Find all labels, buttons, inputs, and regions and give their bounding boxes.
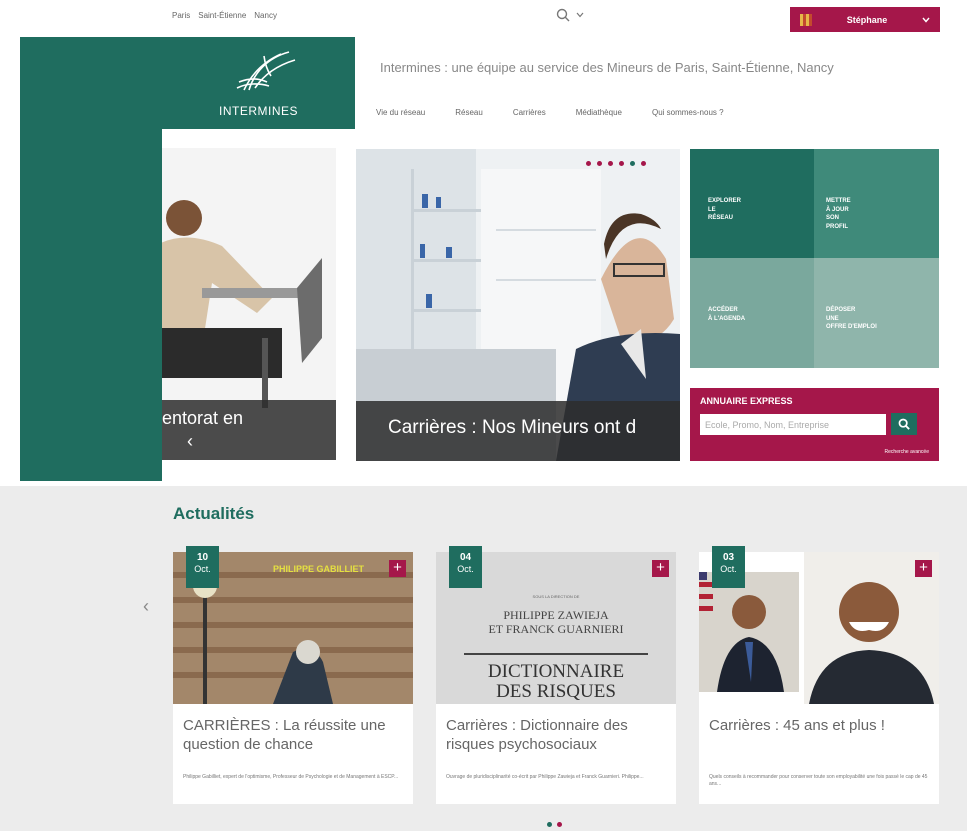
avatar	[800, 13, 812, 26]
book-overline: SOUS LA DIRECTION DE	[532, 594, 580, 599]
top-bar: Paris Saint-Étienne Nancy Stéphane	[0, 0, 967, 36]
user-menu-button[interactable]: Stéphane	[790, 7, 940, 32]
svg-text:PHILIPPE GABILLIET: PHILIPPE GABILLIET	[273, 564, 365, 574]
chevron-left-icon[interactable]: ‹	[143, 596, 149, 617]
tile-explorer-reseau[interactable]: Explorer le réseau	[690, 149, 814, 258]
tile-mettre-a-jour-profil[interactable]: Mettre à jour son profil	[814, 149, 939, 258]
book-authors: PHILIPPE ZAWIEJA ET FRANCK GUARNIERI	[488, 608, 624, 637]
news-card[interactable]: PHILIPPE GABILLIET 10 Oct. + CARRIÈRES :…	[173, 546, 413, 804]
annuaire-search-input[interactable]	[700, 414, 886, 435]
quick-actions: Explorer le réseau Mettre à jour son pro…	[690, 149, 939, 368]
date-day: 03	[722, 552, 735, 563]
news-pager	[547, 822, 562, 827]
date-month: Oct.	[457, 564, 474, 574]
plus-icon[interactable]: +	[652, 560, 669, 577]
date-day: 04	[459, 552, 472, 563]
logo-text: INTERMINES	[218, 104, 298, 118]
annuaire-express: ANNUAIRE EXPRESS Recherche avancée	[690, 388, 939, 461]
search-icon	[556, 8, 570, 22]
news-card[interactable]: 03 Oct. + Carrières : 45 ans et plus ! Q…	[699, 546, 939, 804]
city-link-saint-etienne[interactable]: Saint-Étienne	[198, 11, 246, 20]
pager-dot-active[interactable]	[547, 822, 552, 827]
book-rule	[464, 653, 648, 655]
intermines-logo-icon	[236, 51, 295, 91]
date-month: Oct.	[194, 564, 211, 574]
nav-item-vie-du-reseau[interactable]: Vie du réseau	[376, 108, 425, 117]
news-section: Actualités ‹ PHILIPPE GABILLIET 10 Oct.	[0, 486, 967, 831]
carousel-dot[interactable]	[641, 161, 646, 166]
date-month: Oct.	[720, 564, 737, 574]
advanced-search-link[interactable]: Recherche avancée	[885, 449, 929, 455]
carousel-dot[interactable]	[608, 161, 613, 166]
nav-item-qui-sommes-nous[interactable]: Qui sommes-nous ?	[652, 108, 724, 117]
news-card-title[interactable]: CARRIÈRES : La réussite une question de …	[183, 717, 405, 755]
city-link-paris[interactable]: Paris	[172, 11, 190, 20]
news-card-title[interactable]: Carrières : Dictionnaire des risques psy…	[446, 717, 668, 755]
left-decor-panel	[20, 37, 162, 481]
nav-item-reseau[interactable]: Réseau	[455, 108, 483, 117]
news-card-excerpt: Ouvrage de pluridisciplinarité co-écrit …	[446, 774, 644, 780]
annuaire-title: ANNUAIRE EXPRESS	[700, 396, 793, 406]
nav-item-carrieres[interactable]: Carrières	[513, 108, 546, 117]
plus-icon[interactable]: +	[915, 560, 932, 577]
tile-deposer-offre[interactable]: Déposer une offre d'emploi	[814, 258, 939, 368]
main-nav: Vie du réseau Réseau Carrières Médiathèq…	[376, 108, 754, 117]
city-link-nancy[interactable]: Nancy	[254, 11, 277, 20]
site-logo[interactable]: INTERMINES	[162, 37, 355, 129]
plus-icon[interactable]: +	[389, 560, 406, 577]
pager-dot[interactable]	[557, 822, 562, 827]
chevron-left-icon[interactable]: ‹	[187, 431, 193, 452]
date-day: 10	[196, 552, 209, 563]
chevron-down-icon	[922, 17, 930, 23]
hero-image-man-seated	[162, 188, 336, 408]
carousel-dots	[586, 161, 646, 166]
user-name: Stéphane	[846, 14, 888, 25]
tile-acceder-agenda[interactable]: Accéder à l'agenda	[690, 258, 814, 368]
carousel-dot[interactable]	[586, 161, 591, 166]
news-card-excerpt: Quels conseils à recommander pour conser…	[709, 774, 928, 787]
carousel-dot-active[interactable]	[630, 161, 635, 166]
search-toggle[interactable]	[556, 8, 584, 22]
site-tagline: Intermines : une équipe au service des M…	[380, 60, 834, 75]
news-card[interactable]: SOUS LA DIRECTION DE PHILIPPE ZAWIEJA ET…	[436, 546, 676, 804]
nav-item-mediatheque[interactable]: Médiathèque	[576, 108, 622, 117]
annuaire-search-button[interactable]	[891, 413, 917, 435]
hero-slide-previous[interactable]: entorat en ‹	[162, 148, 336, 460]
carousel-dot[interactable]	[619, 161, 624, 166]
news-card-title[interactable]: Carrières : 45 ans et plus !	[709, 717, 931, 736]
search-icon	[898, 418, 910, 430]
carousel-dot[interactable]	[597, 161, 602, 166]
book-title: DICTIONNAIRE DES RISQUES	[487, 661, 625, 702]
hero-slide-current[interactable]: Carrières : Nos Mineurs ont d	[356, 149, 680, 461]
news-heading: Actualités	[173, 504, 255, 523]
school-links: Paris Saint-Étienne Nancy	[172, 11, 277, 20]
date-badge: 04 Oct.	[449, 546, 482, 588]
date-badge: 03 Oct.	[712, 546, 745, 588]
hero-current-caption: Carrières : Nos Mineurs ont d	[356, 401, 680, 461]
date-badge: 10 Oct.	[186, 546, 219, 588]
news-card-excerpt: Philippe Gabilliet, expert de l'optimism…	[183, 774, 399, 780]
chevron-down-icon	[576, 12, 584, 18]
